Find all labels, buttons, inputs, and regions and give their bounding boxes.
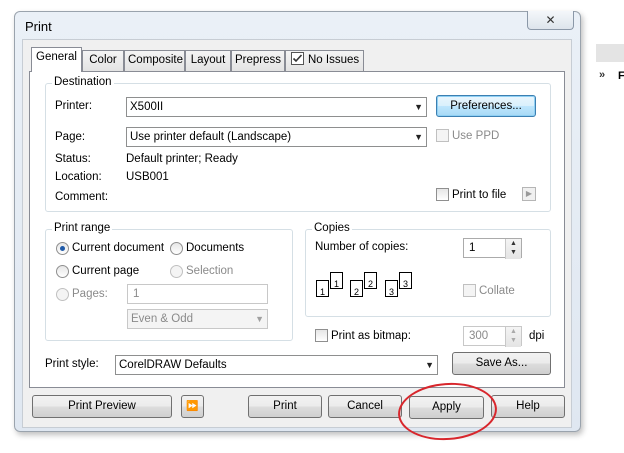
- use-ppd-checkbox[interactable]: [436, 129, 449, 142]
- cancel-button[interactable]: Cancel: [328, 395, 402, 418]
- dpi-spinner[interactable]: ▲ ▼: [505, 327, 521, 347]
- preferences-button[interactable]: Preferences...: [436, 95, 536, 117]
- background-panel-letter: F: [618, 70, 624, 82]
- print-to-file-options-button[interactable]: ▶: [522, 187, 536, 201]
- background-panel-header: [596, 44, 624, 62]
- location-label: Location:: [55, 171, 102, 183]
- number-of-copies-input[interactable]: 1 ▲ ▼: [463, 238, 522, 259]
- collate-checkbox[interactable]: [463, 284, 476, 297]
- bitmap-dpi-input[interactable]: 300 ▲ ▼: [463, 326, 522, 347]
- even-odd-select[interactable]: Even & Odd ▼: [127, 309, 268, 329]
- pages-input[interactable]: 1: [127, 284, 268, 304]
- printer-select-value: X500II: [130, 101, 164, 113]
- current-document-label: Current document: [72, 242, 165, 254]
- print-preview-button[interactable]: Print Preview: [32, 395, 172, 418]
- page-select-value: Use printer default (Landscape): [130, 131, 292, 143]
- collate-label: Collate: [479, 285, 515, 297]
- print-style-label: Print style:: [45, 358, 99, 370]
- print-button[interactable]: Print: [248, 395, 322, 418]
- tab-composite[interactable]: Composite: [124, 50, 185, 71]
- print-as-bitmap-checkbox[interactable]: [315, 329, 328, 342]
- collate-page-icon: 1: [330, 272, 343, 289]
- print-as-bitmap-label: Print as bitmap:: [331, 330, 411, 342]
- collate-page-icon: 3: [399, 272, 412, 289]
- chevron-down-icon: ▼: [255, 314, 264, 324]
- pages-radio[interactable]: [56, 288, 69, 301]
- collate-page-icon: 3: [385, 280, 398, 297]
- status-value: Default printer; Ready: [126, 153, 238, 165]
- tab-color[interactable]: Color: [82, 50, 124, 71]
- selection-radio[interactable]: [170, 265, 183, 278]
- selection-label: Selection: [186, 265, 234, 277]
- double-chevron-icon[interactable]: »: [599, 69, 605, 81]
- print-range-group-label: Print range: [52, 222, 113, 234]
- checklist-icon: [291, 52, 304, 65]
- collate-page-icon: 2: [364, 272, 377, 289]
- number-of-copies-label: Number of copies:: [315, 241, 409, 253]
- copies-group-label: Copies: [312, 222, 352, 234]
- save-as-button[interactable]: Save As...: [452, 352, 551, 375]
- chevron-down-icon: ▼: [425, 360, 434, 370]
- print-style-select[interactable]: CorelDRAW Defaults ▼: [115, 355, 438, 375]
- location-value: USB001: [126, 171, 169, 183]
- dpi-unit-label: dpi: [529, 330, 545, 342]
- printer-label: Printer:: [55, 100, 93, 112]
- play-arrow-icon: ▶: [525, 189, 533, 198]
- tab-no-issues[interactable]: No Issues: [285, 50, 364, 71]
- current-document-radio[interactable]: [56, 242, 69, 255]
- print-to-file-label: Print to file: [452, 189, 507, 201]
- even-odd-value: Even & Odd: [131, 313, 194, 325]
- use-ppd-label: Use PPD: [452, 130, 500, 142]
- collate-page-icon: 2: [350, 280, 363, 297]
- current-page-label: Current page: [72, 265, 140, 277]
- number-of-copies-value: 1: [469, 242, 476, 254]
- chevron-down-icon: ▼: [414, 102, 423, 112]
- destination-group-label: Destination: [52, 76, 114, 88]
- comment-label: Comment:: [55, 191, 109, 203]
- tab-no-issues-label: No Issues: [308, 54, 360, 66]
- documents-label: Documents: [186, 242, 245, 254]
- fast-forward-icon: ⏩: [186, 401, 199, 412]
- pages-label: Pages:: [72, 288, 108, 300]
- page-label: Page:: [55, 131, 86, 143]
- close-button[interactable]: ✕: [527, 11, 574, 30]
- collate-page-icon: 1: [316, 280, 329, 297]
- documents-radio[interactable]: [170, 242, 183, 255]
- tab-prepress[interactable]: Prepress: [231, 50, 285, 71]
- help-button[interactable]: Help: [491, 395, 565, 418]
- printer-select[interactable]: X500II ▼: [126, 97, 427, 117]
- background-app-area: [588, 0, 624, 453]
- tab-general[interactable]: General: [31, 47, 82, 72]
- copies-spinner[interactable]: ▲ ▼: [505, 239, 521, 259]
- expand-preview-button[interactable]: ⏩: [181, 395, 204, 418]
- current-page-radio[interactable]: [56, 265, 69, 278]
- window-title: Print: [25, 19, 52, 34]
- status-label: Status:: [55, 153, 91, 165]
- bitmap-dpi-value: 300: [469, 330, 489, 342]
- page-select[interactable]: Use printer default (Landscape) ▼: [126, 127, 427, 147]
- print-to-file-checkbox[interactable]: [436, 188, 449, 201]
- print-style-value: CorelDRAW Defaults: [119, 359, 227, 371]
- tab-layout[interactable]: Layout: [185, 50, 231, 71]
- chevron-down-icon: ▼: [414, 132, 423, 142]
